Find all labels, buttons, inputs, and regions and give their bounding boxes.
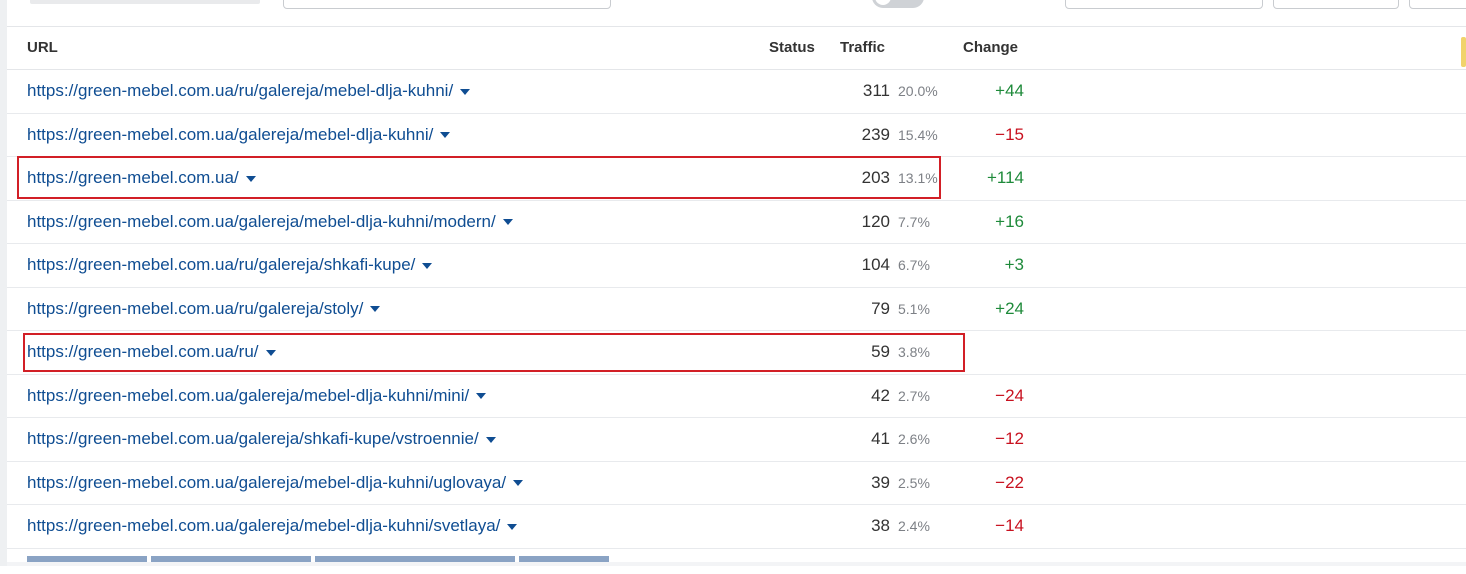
table-row: https://green-mebel.com.ua/ru/59 3.8% (7, 331, 1466, 375)
url-link[interactable]: https://green-mebel.com.ua/ (27, 168, 256, 188)
url-text: https://green-mebel.com.ua/galereja/mebe… (27, 385, 470, 405)
column-header-traffic[interactable]: Traffic (840, 39, 885, 56)
column-header-status[interactable]: Status (769, 39, 815, 56)
change-value: +114 (986, 168, 1024, 187)
url-text: https://green-mebel.com.ua/galereja/mebe… (27, 472, 507, 492)
url-link[interactable]: https://green-mebel.com.ua/galereja/mebe… (27, 472, 524, 493)
traffic-percent: 5.1% (898, 300, 930, 317)
traffic-percent: 15.4% (898, 126, 938, 143)
url-link[interactable]: https://green-mebel.com.ua/ru/ (27, 342, 276, 362)
traffic-percent: 2.6% (898, 431, 930, 447)
toolbar-more-button[interactable] (1409, 0, 1466, 9)
toolbar-label-fragment (30, 0, 260, 4)
change-value: −24 (995, 385, 1024, 405)
url-link[interactable]: https://green-mebel.com.ua/galereja/mebe… (27, 212, 513, 232)
change-value: +24 (995, 298, 1024, 318)
change-value: +16 (995, 211, 1024, 231)
table-row: https://green-mebel.com.ua/galereja/mebe… (7, 114, 1466, 157)
traffic-percent: 13.1% (898, 170, 938, 186)
url-text: https://green-mebel.com.ua/ru/galereja/s… (27, 298, 364, 318)
traffic-value: 79 (871, 298, 890, 318)
traffic-percent: 3.8% (898, 344, 930, 360)
toolbar-export-button[interactable] (1273, 0, 1399, 9)
table-row: https://green-mebel.com.ua/galereja/mebe… (7, 505, 1466, 549)
change-value: −14 (995, 516, 1024, 535)
top-pages-table: URL Status Traffic Change https://green-… (7, 26, 1466, 549)
chevron-down-icon[interactable] (370, 306, 381, 313)
url-link[interactable]: https://green-mebel.com.ua/ru/galereja/s… (27, 255, 433, 275)
traffic-value: 59 (871, 342, 890, 361)
traffic-value: 203 (861, 168, 890, 187)
table-row: https://green-mebel.com.ua/galereja/mebe… (7, 462, 1466, 505)
traffic-percent: 7.7% (898, 213, 930, 230)
traffic-value: 239 (861, 124, 890, 144)
traffic-percent: 6.7% (898, 257, 930, 273)
url-link[interactable]: https://green-mebel.com.ua/galereja/mebe… (27, 516, 518, 536)
traffic-value: 311 (862, 81, 890, 100)
url-text: https://green-mebel.com.ua/ (27, 168, 239, 187)
toolbar-toggle[interactable] (872, 0, 924, 8)
table-header: URL Status Traffic Change (7, 26, 1466, 70)
change-value: −12 (995, 429, 1024, 448)
change-value: −15 (995, 124, 1024, 144)
traffic-value: 41 (871, 429, 890, 448)
url-text: https://green-mebel.com.ua/galereja/mebe… (27, 124, 434, 144)
traffic-value: 38 (871, 516, 890, 535)
url-text: https://green-mebel.com.ua/ru/galereja/s… (27, 255, 416, 274)
url-link[interactable]: https://green-mebel.com.ua/galereja/mebe… (27, 385, 487, 406)
url-text: https://green-mebel.com.ua/galereja/shka… (27, 429, 479, 448)
url-text: https://green-mebel.com.ua/galereja/mebe… (27, 516, 501, 535)
chevron-down-icon[interactable] (460, 88, 471, 95)
chevron-down-icon[interactable] (422, 262, 433, 269)
toolbar (0, 0, 1466, 26)
url-text: https://green-mebel.com.ua/ru/ (27, 342, 259, 361)
column-header-change[interactable]: Change (963, 39, 1018, 56)
traffic-percent: 20.0% (898, 83, 938, 99)
chevron-down-icon[interactable] (502, 219, 513, 226)
traffic-value: 120 (861, 211, 890, 231)
table-row: https://green-mebel.com.ua/ru/galereja/s… (7, 288, 1466, 331)
chevron-down-icon[interactable] (265, 349, 276, 356)
table-row: https://green-mebel.com.ua/ru/galereja/s… (7, 244, 1466, 288)
table-row: https://green-mebel.com.ua/203 13.1% +114 (7, 157, 1466, 201)
left-rail (0, 0, 7, 566)
toolbar-search-input[interactable] (283, 0, 611, 9)
chevron-down-icon[interactable] (485, 436, 496, 443)
chevron-down-icon[interactable] (507, 523, 518, 530)
traffic-value: 104 (861, 255, 890, 274)
toolbar-dropdown[interactable] (1065, 0, 1263, 9)
table-row: https://green-mebel.com.ua/galereja/mebe… (7, 375, 1466, 418)
table-row: https://green-mebel.com.ua/galereja/shka… (7, 418, 1466, 462)
url-link[interactable]: https://green-mebel.com.ua/ru/galereja/m… (27, 81, 471, 101)
chevron-down-icon[interactable] (476, 393, 487, 400)
cut-off-row (27, 556, 613, 574)
change-value: +3 (1004, 255, 1024, 274)
traffic-percent: 2.7% (898, 387, 930, 404)
chevron-down-icon[interactable] (440, 132, 451, 139)
url-link[interactable]: https://green-mebel.com.ua/ru/galereja/s… (27, 298, 381, 319)
url-text: https://green-mebel.com.ua/galereja/mebe… (27, 211, 496, 231)
table-row: https://green-mebel.com.ua/galereja/mebe… (7, 201, 1466, 244)
table-row: https://green-mebel.com.ua/ru/galereja/m… (7, 70, 1466, 114)
url-text: https://green-mebel.com.ua/ru/galereja/m… (27, 81, 454, 100)
url-link[interactable]: https://green-mebel.com.ua/galereja/shka… (27, 429, 496, 449)
traffic-value: 42 (871, 385, 890, 405)
table-body: https://green-mebel.com.ua/ru/galereja/m… (7, 70, 1466, 549)
chevron-down-icon[interactable] (245, 175, 256, 182)
change-value: −22 (995, 472, 1024, 492)
change-value: +44 (995, 81, 1024, 100)
url-link[interactable]: https://green-mebel.com.ua/galereja/mebe… (27, 124, 451, 145)
traffic-value: 39 (871, 472, 890, 492)
traffic-percent: 2.4% (898, 518, 930, 534)
column-header-url[interactable]: URL (27, 39, 58, 56)
chevron-down-icon[interactable] (513, 480, 524, 487)
traffic-percent: 2.5% (898, 474, 930, 491)
